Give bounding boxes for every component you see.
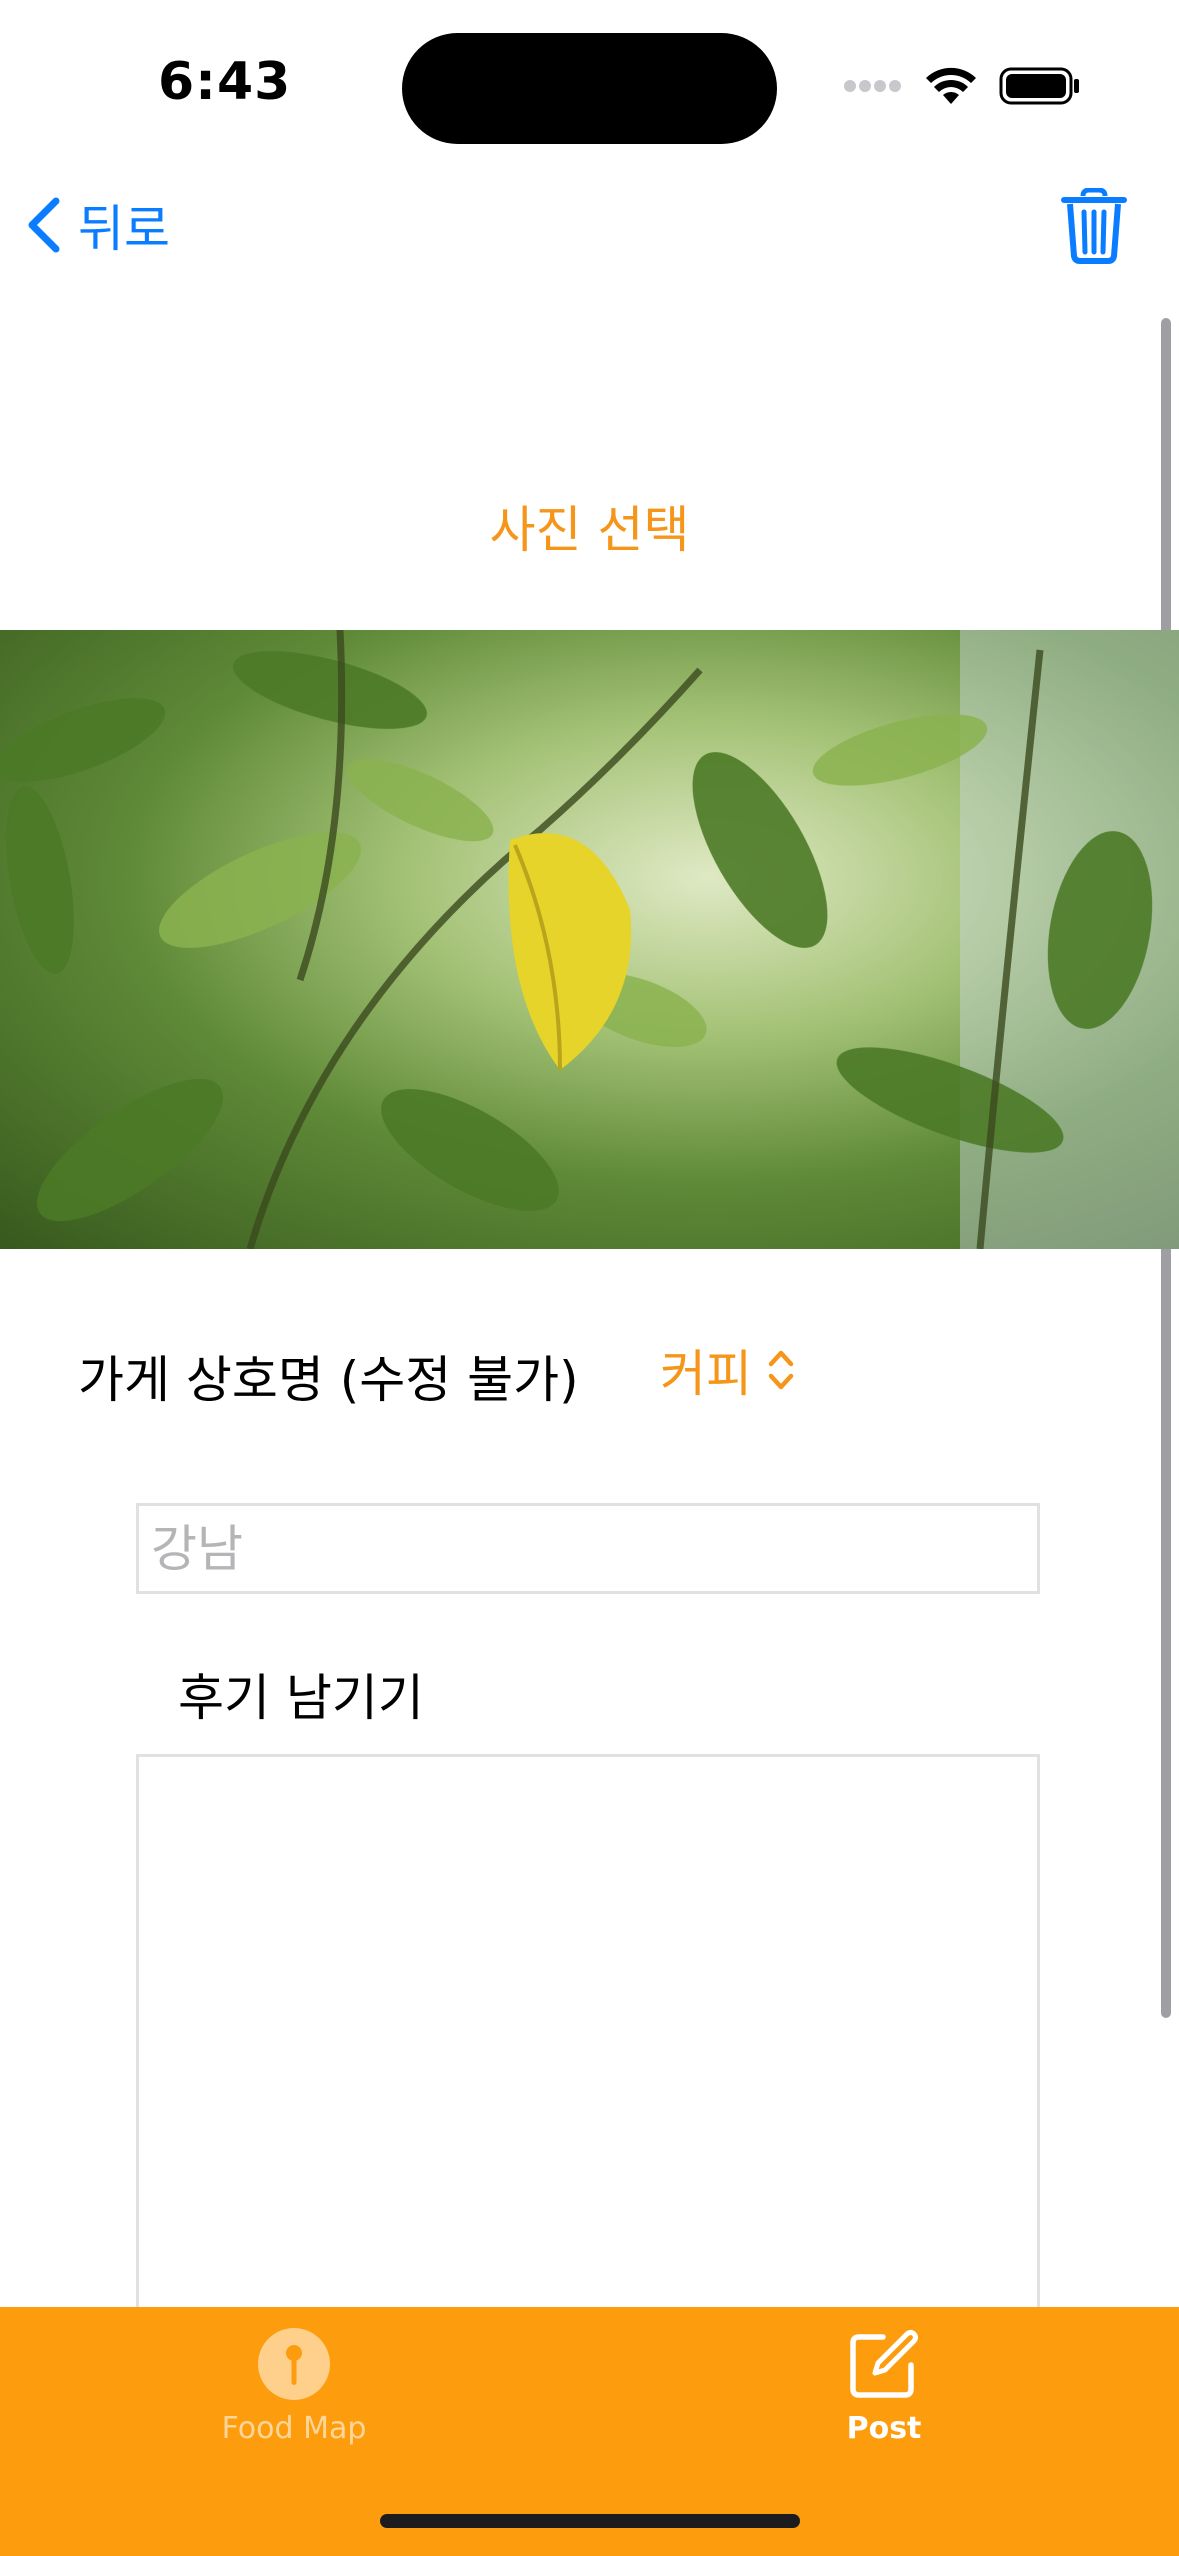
chevron-up-down-icon (768, 1350, 794, 1390)
home-indicator[interactable] (380, 2514, 800, 2528)
review-textarea[interactable] (136, 1754, 1040, 2314)
tab-food-map[interactable]: Food Map (94, 2307, 494, 2446)
map-pin-icon (258, 2328, 330, 2400)
photo-select-button[interactable]: 사진 선택 (0, 490, 1179, 562)
battery-icon (999, 67, 1079, 105)
dynamic-island (402, 33, 777, 144)
delete-button[interactable] (1061, 187, 1127, 268)
category-picker[interactable]: 커피 (660, 1340, 796, 1403)
cellular-signal-icon (844, 80, 901, 92)
status-icons (843, 62, 1081, 110)
location-input[interactable] (136, 1503, 1040, 1594)
tab-post[interactable]: Post (684, 2307, 1084, 2446)
back-button[interactable]: 뒤로 (24, 190, 170, 260)
compose-icon (850, 2330, 918, 2398)
tab-post-label: Post (846, 2411, 922, 2446)
chevron-left-icon (28, 197, 60, 253)
tab-food-map-label: Food Map (221, 2411, 367, 2446)
back-label: 뒤로 (78, 200, 170, 258)
status-time: 6:43 (158, 52, 292, 112)
selected-photo (0, 630, 1179, 1249)
category-picker-value: 커피 (660, 1345, 752, 1403)
wifi-icon (926, 67, 976, 104)
leaf-photo-illustration (0, 630, 1179, 1249)
trash-icon (1061, 187, 1127, 264)
review-label: 후기 남기기 (178, 1669, 424, 1727)
store-name-label: 가게 상호명 (수정 불가) (78, 1351, 579, 1409)
